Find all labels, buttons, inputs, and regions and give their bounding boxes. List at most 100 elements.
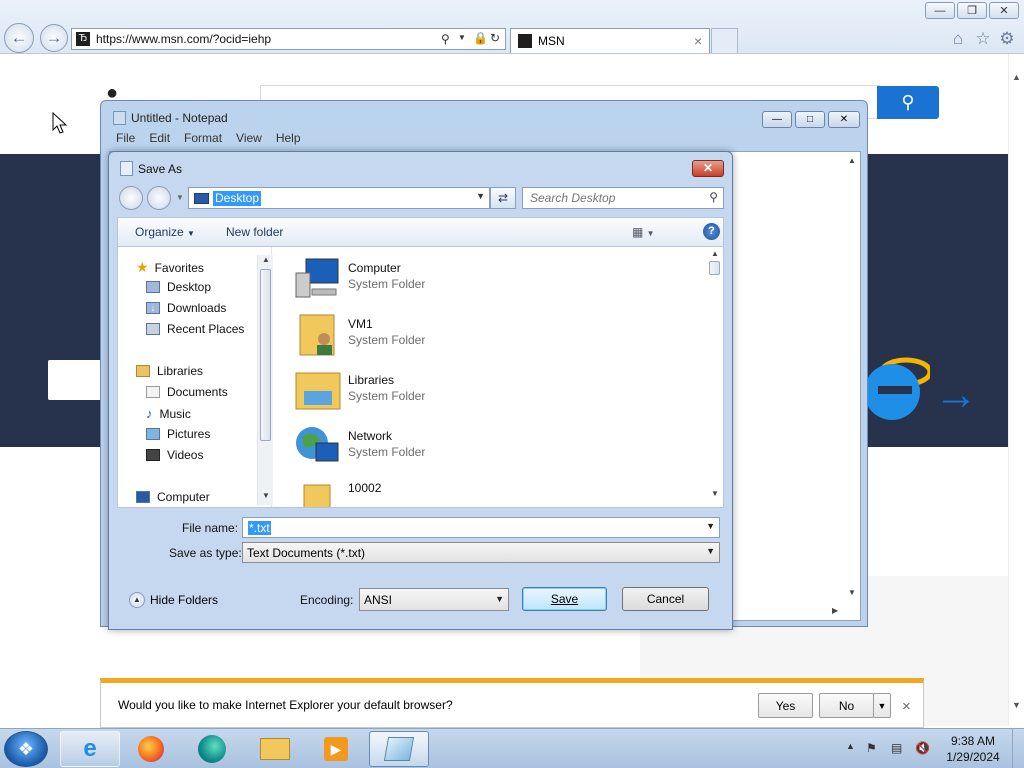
nav-documents[interactable]: Documents — [146, 385, 228, 399]
taskbar-file-explorer[interactable] — [245, 731, 305, 767]
nav-favorites[interactable]: ★ Favorites — [136, 259, 204, 276]
taskbar-firefox[interactable] — [121, 731, 181, 767]
forward-button[interactable]: → — [40, 24, 68, 52]
nav-music[interactable]: ♪ Music — [146, 406, 191, 421]
menu-file[interactable]: File — [116, 131, 135, 151]
location-breadcrumb[interactable]: Desktop ▼ — [188, 187, 490, 209]
menu-format[interactable]: Format — [184, 131, 222, 151]
nav-downloads[interactable]: ↓ Downloads — [146, 301, 226, 315]
refresh-icon[interactable]: ↻ — [490, 31, 500, 45]
back-button[interactable]: ← — [4, 23, 34, 53]
recent-locations-dropdown-icon[interactable]: ▼ — [176, 193, 184, 202]
notepad-vertical-scrollbar[interactable]: ▲ ▼ — [844, 152, 860, 604]
help-icon[interactable]: ? — [703, 223, 720, 240]
menu-help[interactable]: Help — [276, 131, 301, 151]
show-desktop-button[interactable] — [1012, 729, 1024, 768]
list-item[interactable]: Computer System Folder — [294, 255, 494, 305]
action-center-flag-icon[interactable]: ⚑ — [866, 741, 877, 755]
save-as-title: Save As — [138, 162, 183, 176]
hide-folders-button[interactable]: ▲ Hide Folders — [129, 592, 218, 608]
taskbar-internet-explorer[interactable]: e — [60, 731, 120, 767]
scroll-up-icon[interactable]: ▲ — [1012, 72, 1021, 82]
nav-videos[interactable]: Videos — [146, 448, 203, 462]
volume-muted-icon[interactable]: 🔇 — [915, 741, 930, 755]
new-folder-button[interactable]: New folder — [226, 225, 283, 239]
notepad-close-button[interactable]: ✕ — [828, 111, 860, 128]
back-button[interactable] — [119, 186, 143, 210]
msn-search-button[interactable]: ⚲ — [877, 86, 939, 119]
taskbar-notepad[interactable] — [369, 731, 429, 767]
refresh-button[interactable]: ⇄ — [490, 187, 516, 209]
chevron-down-icon[interactable]: ▼ — [476, 191, 485, 201]
chevron-down-icon[interactable]: ▼ — [706, 521, 715, 531]
list-item[interactable]: Network System Folder — [294, 423, 494, 473]
search-dropdown-icon[interactable]: ▼ — [458, 33, 466, 42]
notification-close-icon[interactable]: × — [902, 698, 911, 715]
scroll-down-icon[interactable]: ▼ — [848, 588, 856, 597]
view-options-icon[interactable]: ▦ ▼ — [632, 225, 655, 239]
list-item[interactable]: VM1 System Folder — [294, 311, 494, 361]
gear-icon[interactable]: ⚙ — [997, 29, 1017, 49]
lock-icon[interactable]: 🔒 — [473, 31, 488, 45]
taskbar-media-player[interactable]: ▶ — [306, 731, 366, 767]
save-as-close-button[interactable]: ✕ — [692, 160, 724, 177]
start-button[interactable]: ❖ — [4, 731, 48, 767]
list-item[interactable]: Libraries System Folder — [294, 367, 494, 417]
scrollbar-thumb[interactable] — [709, 261, 720, 275]
notepad-icon — [113, 111, 126, 125]
search-input[interactable] — [523, 188, 703, 208]
nav-recent-places[interactable]: Recent Places — [146, 322, 244, 336]
encoding-select[interactable]: ANSI ▼ — [359, 588, 509, 611]
scroll-up-icon[interactable]: ▲ — [711, 249, 719, 258]
menu-edit[interactable]: Edit — [149, 131, 170, 151]
favorites-star-icon[interactable]: ☆ — [973, 29, 993, 49]
chevron-down-icon: ▼ — [706, 546, 715, 556]
navigation-scrollbar[interactable]: ▲ ▼ — [257, 255, 273, 505]
nav-recent-places-label: Recent Places — [167, 322, 245, 336]
scroll-up-icon[interactable]: ▲ — [262, 255, 270, 264]
system-clock[interactable]: 9:38 AM 1/29/2024 — [940, 733, 1006, 765]
close-button[interactable]: ✕ — [989, 2, 1019, 19]
search-icon[interactable]: ⚲ — [441, 32, 450, 46]
scroll-down-icon[interactable]: ▼ — [711, 489, 719, 498]
notepad-minimize-button[interactable]: — — [762, 111, 792, 128]
home-icon[interactable]: ⌂ — [948, 29, 968, 49]
save-as-type-select[interactable]: Text Documents (*.txt) ▼ — [242, 542, 720, 563]
no-dropdown-button[interactable]: ▼ — [873, 693, 891, 718]
menu-view[interactable]: View — [236, 131, 262, 151]
save-button[interactable]: Save — [522, 587, 607, 611]
scrollbar-thumb[interactable] — [260, 269, 271, 441]
search-field[interactable]: ⚲ — [522, 187, 724, 209]
network-icon[interactable]: ▤ — [891, 741, 902, 755]
address-bar[interactable]: Ђ https://www.msn.com/?ocid=iehp ⚲ ▼ 🔒 ↻ — [71, 28, 506, 50]
nav-libraries-label: Libraries — [157, 364, 204, 378]
page-scrollbar[interactable]: ▲ ▼ — [1008, 54, 1024, 726]
scroll-right-icon[interactable]: ▶ — [832, 606, 838, 615]
libraries-icon — [136, 365, 150, 377]
notepad-maximize-button[interactable]: □ — [795, 111, 825, 128]
file-type: System Folder — [348, 277, 426, 291]
tab-close-icon[interactable]: × — [694, 33, 702, 49]
nav-libraries[interactable]: Libraries — [136, 364, 203, 378]
scroll-down-icon[interactable]: ▼ — [262, 491, 270, 500]
minimize-button[interactable]: — — [925, 2, 955, 19]
nav-pictures[interactable]: Pictures — [146, 427, 210, 441]
nav-desktop[interactable]: Desktop — [146, 280, 211, 294]
file-list-scrollbar[interactable]: ▲ ▼ — [707, 247, 723, 507]
organize-button[interactable]: Organize ▼ — [135, 225, 195, 239]
taskbar-edge[interactable] — [182, 731, 242, 767]
cancel-button[interactable]: Cancel — [622, 587, 709, 611]
scroll-up-icon[interactable]: ▲ — [848, 156, 856, 165]
yes-button[interactable]: Yes — [758, 693, 813, 718]
tab-msn[interactable]: MSN × — [510, 28, 710, 53]
new-tab-button[interactable] — [711, 28, 738, 53]
show-hidden-icons-icon[interactable]: ▲ — [846, 741, 855, 751]
search-icon: ⚲ — [901, 92, 915, 112]
scroll-down-icon[interactable]: ▼ — [1012, 700, 1021, 710]
nav-computer[interactable]: Computer — [136, 490, 210, 504]
restore-button[interactable]: ❐ — [957, 2, 987, 19]
list-item[interactable]: 10002 — [294, 479, 494, 507]
forward-button[interactable] — [147, 186, 171, 210]
no-button[interactable]: No — [819, 693, 874, 718]
file-name-field[interactable]: *.txt ▼ — [242, 517, 720, 538]
